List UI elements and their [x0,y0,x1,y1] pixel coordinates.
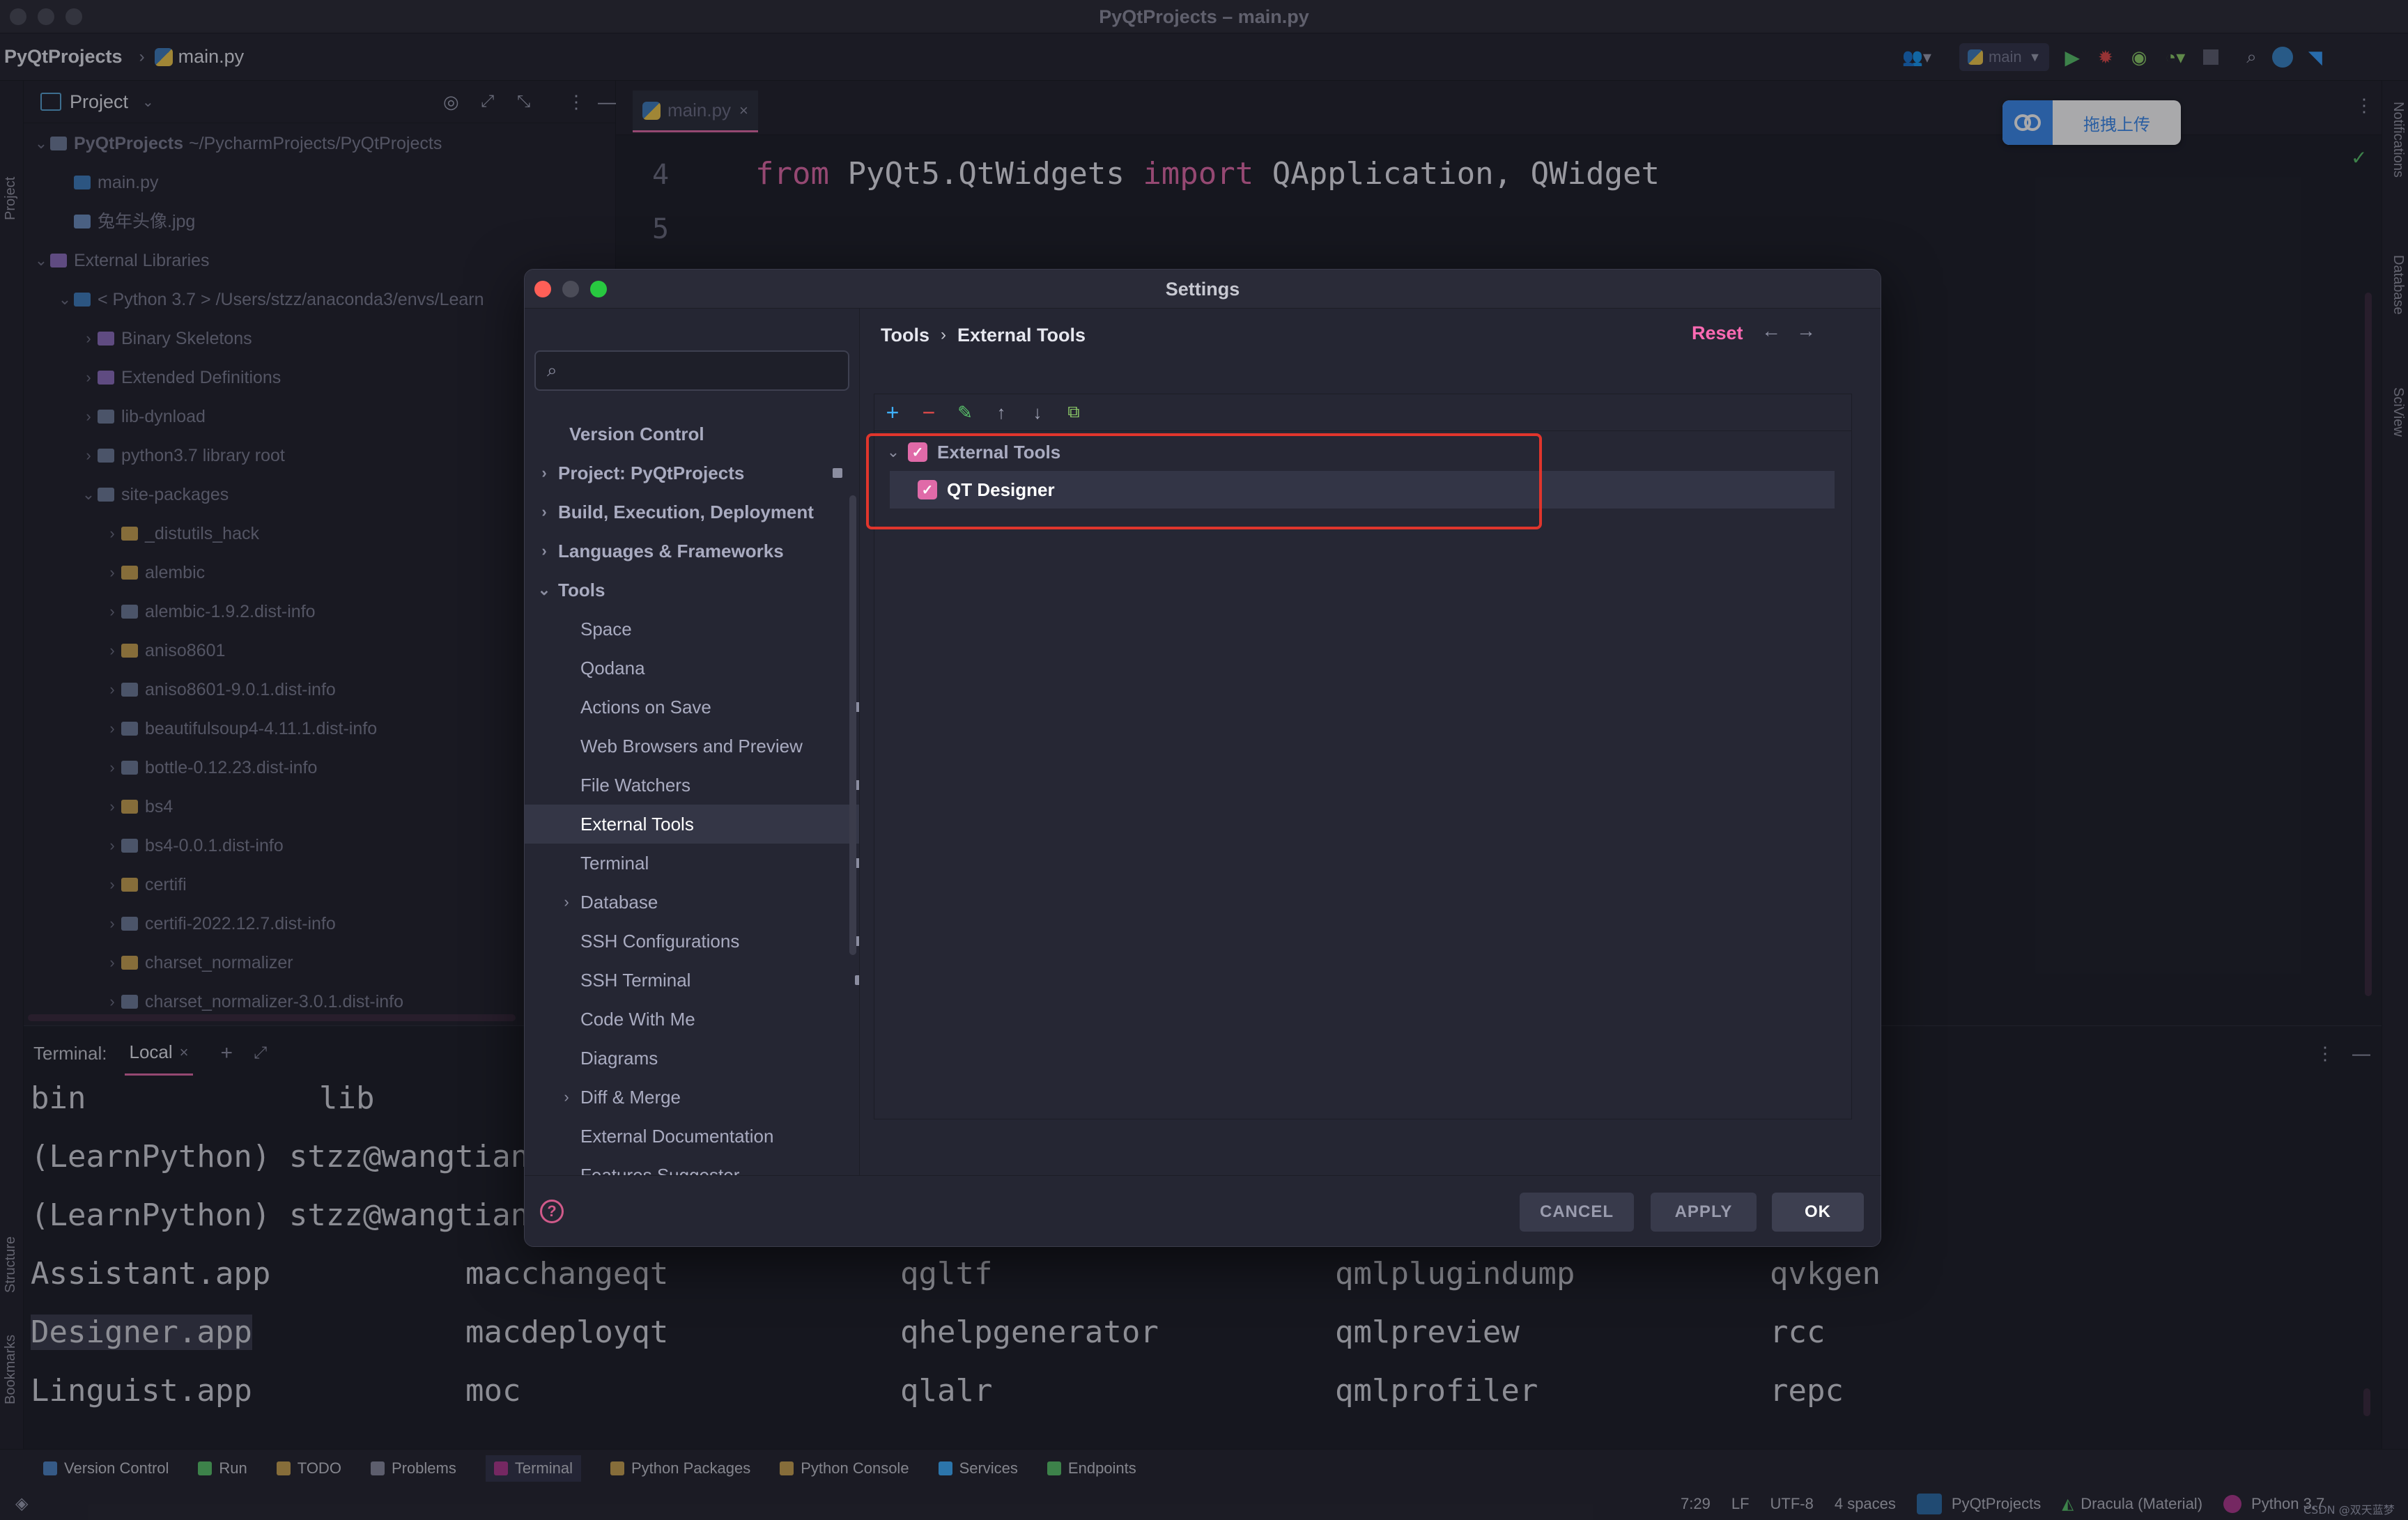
breadcrumb-tools[interactable]: Tools [881,325,929,346]
settings-nav-item[interactable]: › Languages & Frameworks [525,532,860,571]
close-dialog-button[interactable] [534,281,551,297]
dialog-titlebar: Settings [525,270,1881,309]
search-icon: ⌕ [547,359,557,380]
settings-nav-item[interactable]: External Documentation [525,1117,883,1156]
settings-nav-label: Diagrams [580,1048,658,1069]
settings-nav-item[interactable]: File Watchers [525,766,883,805]
settings-nav-label: Database [580,892,658,913]
external-tools-panel: + − ✎ ↑ ↓ ⧉ ⌄ ✓ External Tools ✓ QT Desi… [866,394,1852,1119]
edit-icon[interactable]: ✎ [954,401,976,424]
settings-nav-item[interactable]: SSH Terminal [525,961,883,1000]
settings-nav-item[interactable]: Version Control [525,414,872,453]
settings-nav-item[interactable]: Web Browsers and Preview [525,727,883,766]
tools-toolbar: + − ✎ ↑ ↓ ⧉ [874,394,1851,431]
settings-sidebar: ⌕ Version Control › Project: PyQtProjects ›… [525,309,883,1225]
cancel-button[interactable]: CANCEL [1520,1193,1634,1232]
back-arrow-icon[interactable]: ← [1761,320,1781,342]
settings-nav-label: Qodana [580,658,645,678]
settings-nav-item[interactable]: Diagrams [525,1039,883,1078]
move-up-icon[interactable]: ↑ [990,401,1012,424]
settings-nav-item[interactable]: Code With Me [525,1000,883,1039]
settings-nav-item[interactable]: › Project: PyQtProjects [525,453,860,493]
settings-nav-item[interactable]: Space [525,610,883,649]
settings-nav-label: Actions on Save [580,697,711,718]
settings-nav-item[interactable]: › Database [525,883,883,922]
settings-nav-item[interactable]: External Tools [525,805,883,844]
settings-nav-item[interactable]: › Diff & Merge [525,1078,883,1117]
settings-nav-item[interactable]: SSH Configurations [525,922,883,961]
settings-nav-label: Diff & Merge [580,1087,681,1108]
settings-nav-label: SSH Configurations [580,931,740,952]
remove-icon[interactable]: − [918,400,940,425]
copy-icon[interactable]: ⧉ [1063,401,1085,424]
breadcrumb-external-tools: External Tools [957,324,1086,346]
settings-nav-label: Web Browsers and Preview [580,736,803,757]
dialog-footer: ? CANCEL APPLY OK [525,1175,1881,1246]
chevron-right-icon[interactable]: › [534,493,554,532]
chevron-right-icon[interactable]: › [557,883,576,922]
project-scope-icon [833,468,842,478]
settings-nav-item[interactable]: Actions on Save [525,688,883,727]
settings-search-input[interactable]: ⌕ [534,350,849,391]
settings-nav-label: SSH Terminal [580,970,691,991]
settings-nav-item[interactable]: › Build, Execution, Deployment [525,493,860,532]
apply-button[interactable]: APPLY [1651,1193,1757,1232]
zoom-dialog-button[interactable] [590,281,607,297]
settings-breadcrumb: Tools › External Tools [881,321,1086,349]
settings-nav-item[interactable]: ⌄ Tools [525,571,860,610]
add-icon[interactable]: + [881,400,904,425]
settings-nav-label: Version Control [569,424,704,444]
settings-nav-label: Languages & Frameworks [558,541,784,561]
settings-nav-label: External Documentation [580,1126,774,1147]
settings-nav-label: Code With Me [580,1009,695,1030]
settings-nav-item[interactable]: Qodana [525,649,883,688]
settings-content: Tools › External Tools Reset ← → + − ✎ ↑… [859,309,1881,1175]
settings-nav-label: Build, Execution, Deployment [558,502,814,522]
move-down-icon[interactable]: ↓ [1026,401,1049,424]
help-icon[interactable]: ? [540,1200,564,1223]
settings-dialog: Settings ⌕ Version Control › Project: PyQt… [524,269,1881,1247]
highlight-annotation-box [866,433,1542,529]
settings-nav-label: Project: PyQtProjects [558,463,745,483]
chevron-down-icon[interactable]: ⌄ [534,571,554,610]
settings-nav-label: External Tools [580,814,694,835]
forward-arrow-icon[interactable]: → [1796,320,1816,342]
minimize-dialog-button[interactable] [562,281,579,297]
chevron-right-icon[interactable]: › [534,453,554,493]
chevron-right-icon[interactable]: › [534,532,554,571]
ok-button[interactable]: OK [1772,1193,1864,1232]
settings-nav-label: Tools [558,580,605,600]
settings-nav-label: Space [580,619,632,639]
dialog-title: Settings [1165,279,1240,300]
settings-nav-label: Terminal [580,853,649,874]
reset-link[interactable]: Reset [1692,323,1743,344]
settings-nav-item[interactable]: Terminal [525,844,883,883]
settings-nav-label: File Watchers [580,775,690,796]
breadcrumb-separator: › [941,325,946,344]
chevron-right-icon[interactable]: › [557,1078,576,1117]
sidebar-scrollbar[interactable] [849,495,856,955]
